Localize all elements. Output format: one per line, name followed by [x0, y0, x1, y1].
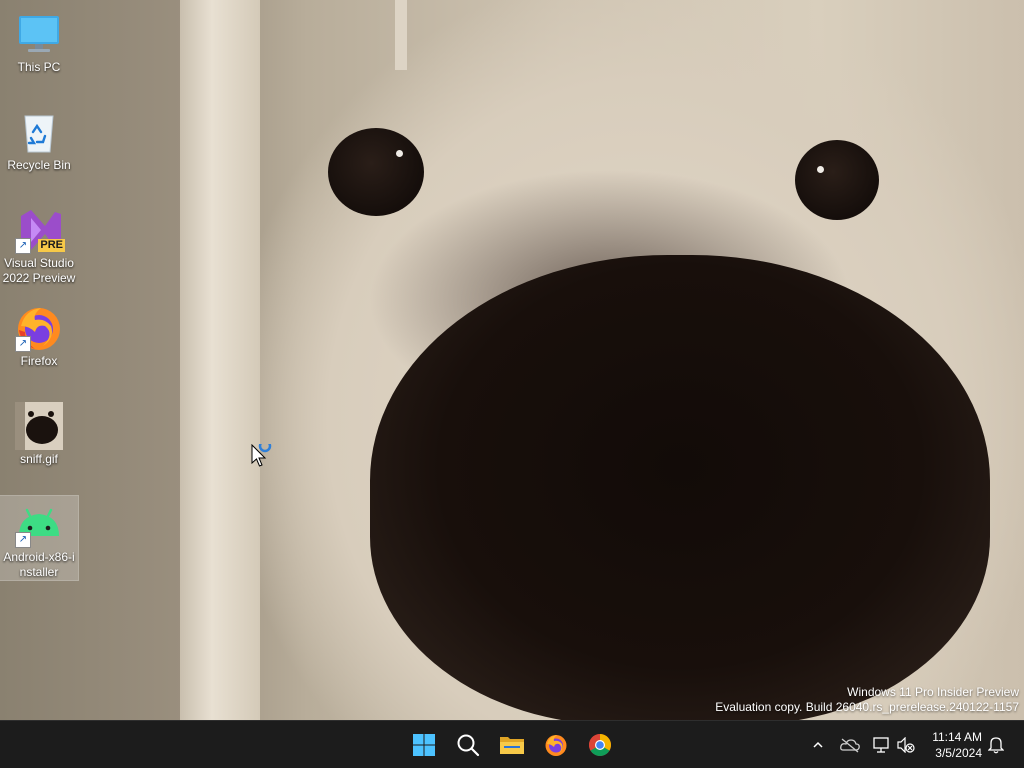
firefox-icon: ↗	[15, 304, 63, 352]
firefox-icon	[545, 735, 567, 756]
windows-evaluation-watermark: Windows 11 Pro Insider Preview Evaluatio…	[715, 685, 1019, 715]
desktop-icon-sniff-gif[interactable]: sniff.gif	[0, 398, 78, 467]
wallpaper-door-frame	[180, 0, 260, 720]
wallpaper-dog-nose	[370, 255, 990, 720]
volume-muted-icon	[897, 737, 915, 753]
recycle-bin-icon	[15, 108, 63, 156]
visual-studio-icon: PRE ↗	[15, 206, 65, 254]
desktop-icon-label: This PC	[17, 60, 61, 74]
watermark-build: Evaluation copy. Build 26040.rs_prerelea…	[715, 700, 1019, 714]
taskbar-firefox-button[interactable]	[538, 727, 574, 763]
search-icon	[457, 734, 480, 757]
taskbar-search-button[interactable]	[450, 727, 486, 763]
onedrive-tray-button[interactable]	[838, 727, 862, 763]
clock-date: 3/5/2024	[935, 746, 982, 760]
notification-bell-icon	[988, 737, 1004, 754]
shortcut-arrow-icon: ↗	[15, 238, 31, 254]
desktop-icon-android-installer[interactable]: ↗ Android-x86-installer	[0, 495, 79, 581]
android-icon: ↗	[15, 500, 63, 548]
desktop-icon-this-pc[interactable]: This PC	[0, 6, 78, 75]
wallpaper-dog-eye-right	[795, 140, 879, 220]
taskbar-file-explorer-button[interactable]	[494, 727, 530, 763]
taskbar: 11:14 AM 3/5/2024	[0, 720, 1024, 768]
clock-time: 11:14 AM	[932, 730, 982, 744]
taskbar-chrome-button[interactable]	[582, 727, 618, 763]
volume-tray-button[interactable]	[894, 727, 918, 763]
network-icon	[873, 737, 889, 753]
desktop-icon-label: Android-x86-installer	[3, 550, 75, 579]
wallpaper-dog-eye-left	[328, 128, 424, 216]
shortcut-arrow-icon: ↗	[15, 336, 31, 352]
chevron-up-icon	[813, 741, 823, 748]
desktop-icon-label: sniff.gif	[20, 452, 58, 466]
start-button[interactable]	[406, 727, 442, 763]
network-tray-button[interactable]	[870, 727, 894, 763]
show-hidden-icons-button[interactable]	[806, 727, 830, 763]
gif-thumbnail-icon	[15, 402, 63, 450]
monitor-icon	[15, 10, 63, 58]
mouse-cursor-busy-icon	[251, 439, 275, 473]
desktop-icon-label: Visual Studio 2022 Preview	[2, 256, 76, 285]
onedrive-offline-icon	[840, 738, 860, 753]
desktop-icon-recycle-bin[interactable]: Recycle Bin	[0, 104, 78, 173]
wallpaper-door-edge	[395, 0, 407, 70]
desktop-icon-label: Recycle Bin	[7, 158, 71, 172]
desktop-icon-label: Firefox	[20, 354, 58, 368]
file-explorer-icon	[500, 737, 524, 754]
preview-badge: PRE	[38, 239, 65, 252]
watermark-edition: Windows 11 Pro Insider Preview	[847, 685, 1019, 699]
desktop-icon-visual-studio[interactable]: PRE ↗ Visual Studio 2022 Preview	[0, 202, 78, 286]
desktop-icon-firefox[interactable]: ↗ Firefox	[0, 300, 78, 369]
taskbar-clock[interactable]: 11:14 AM 3/5/2024	[932, 729, 982, 761]
shortcut-arrow-icon: ↗	[15, 532, 31, 548]
windows-start-icon	[413, 734, 435, 756]
notifications-button[interactable]	[984, 727, 1008, 763]
chrome-icon	[589, 734, 611, 756]
desktop[interactable]: This PC Recycle Bin PRE ↗ Visual Studio …	[0, 0, 1024, 720]
